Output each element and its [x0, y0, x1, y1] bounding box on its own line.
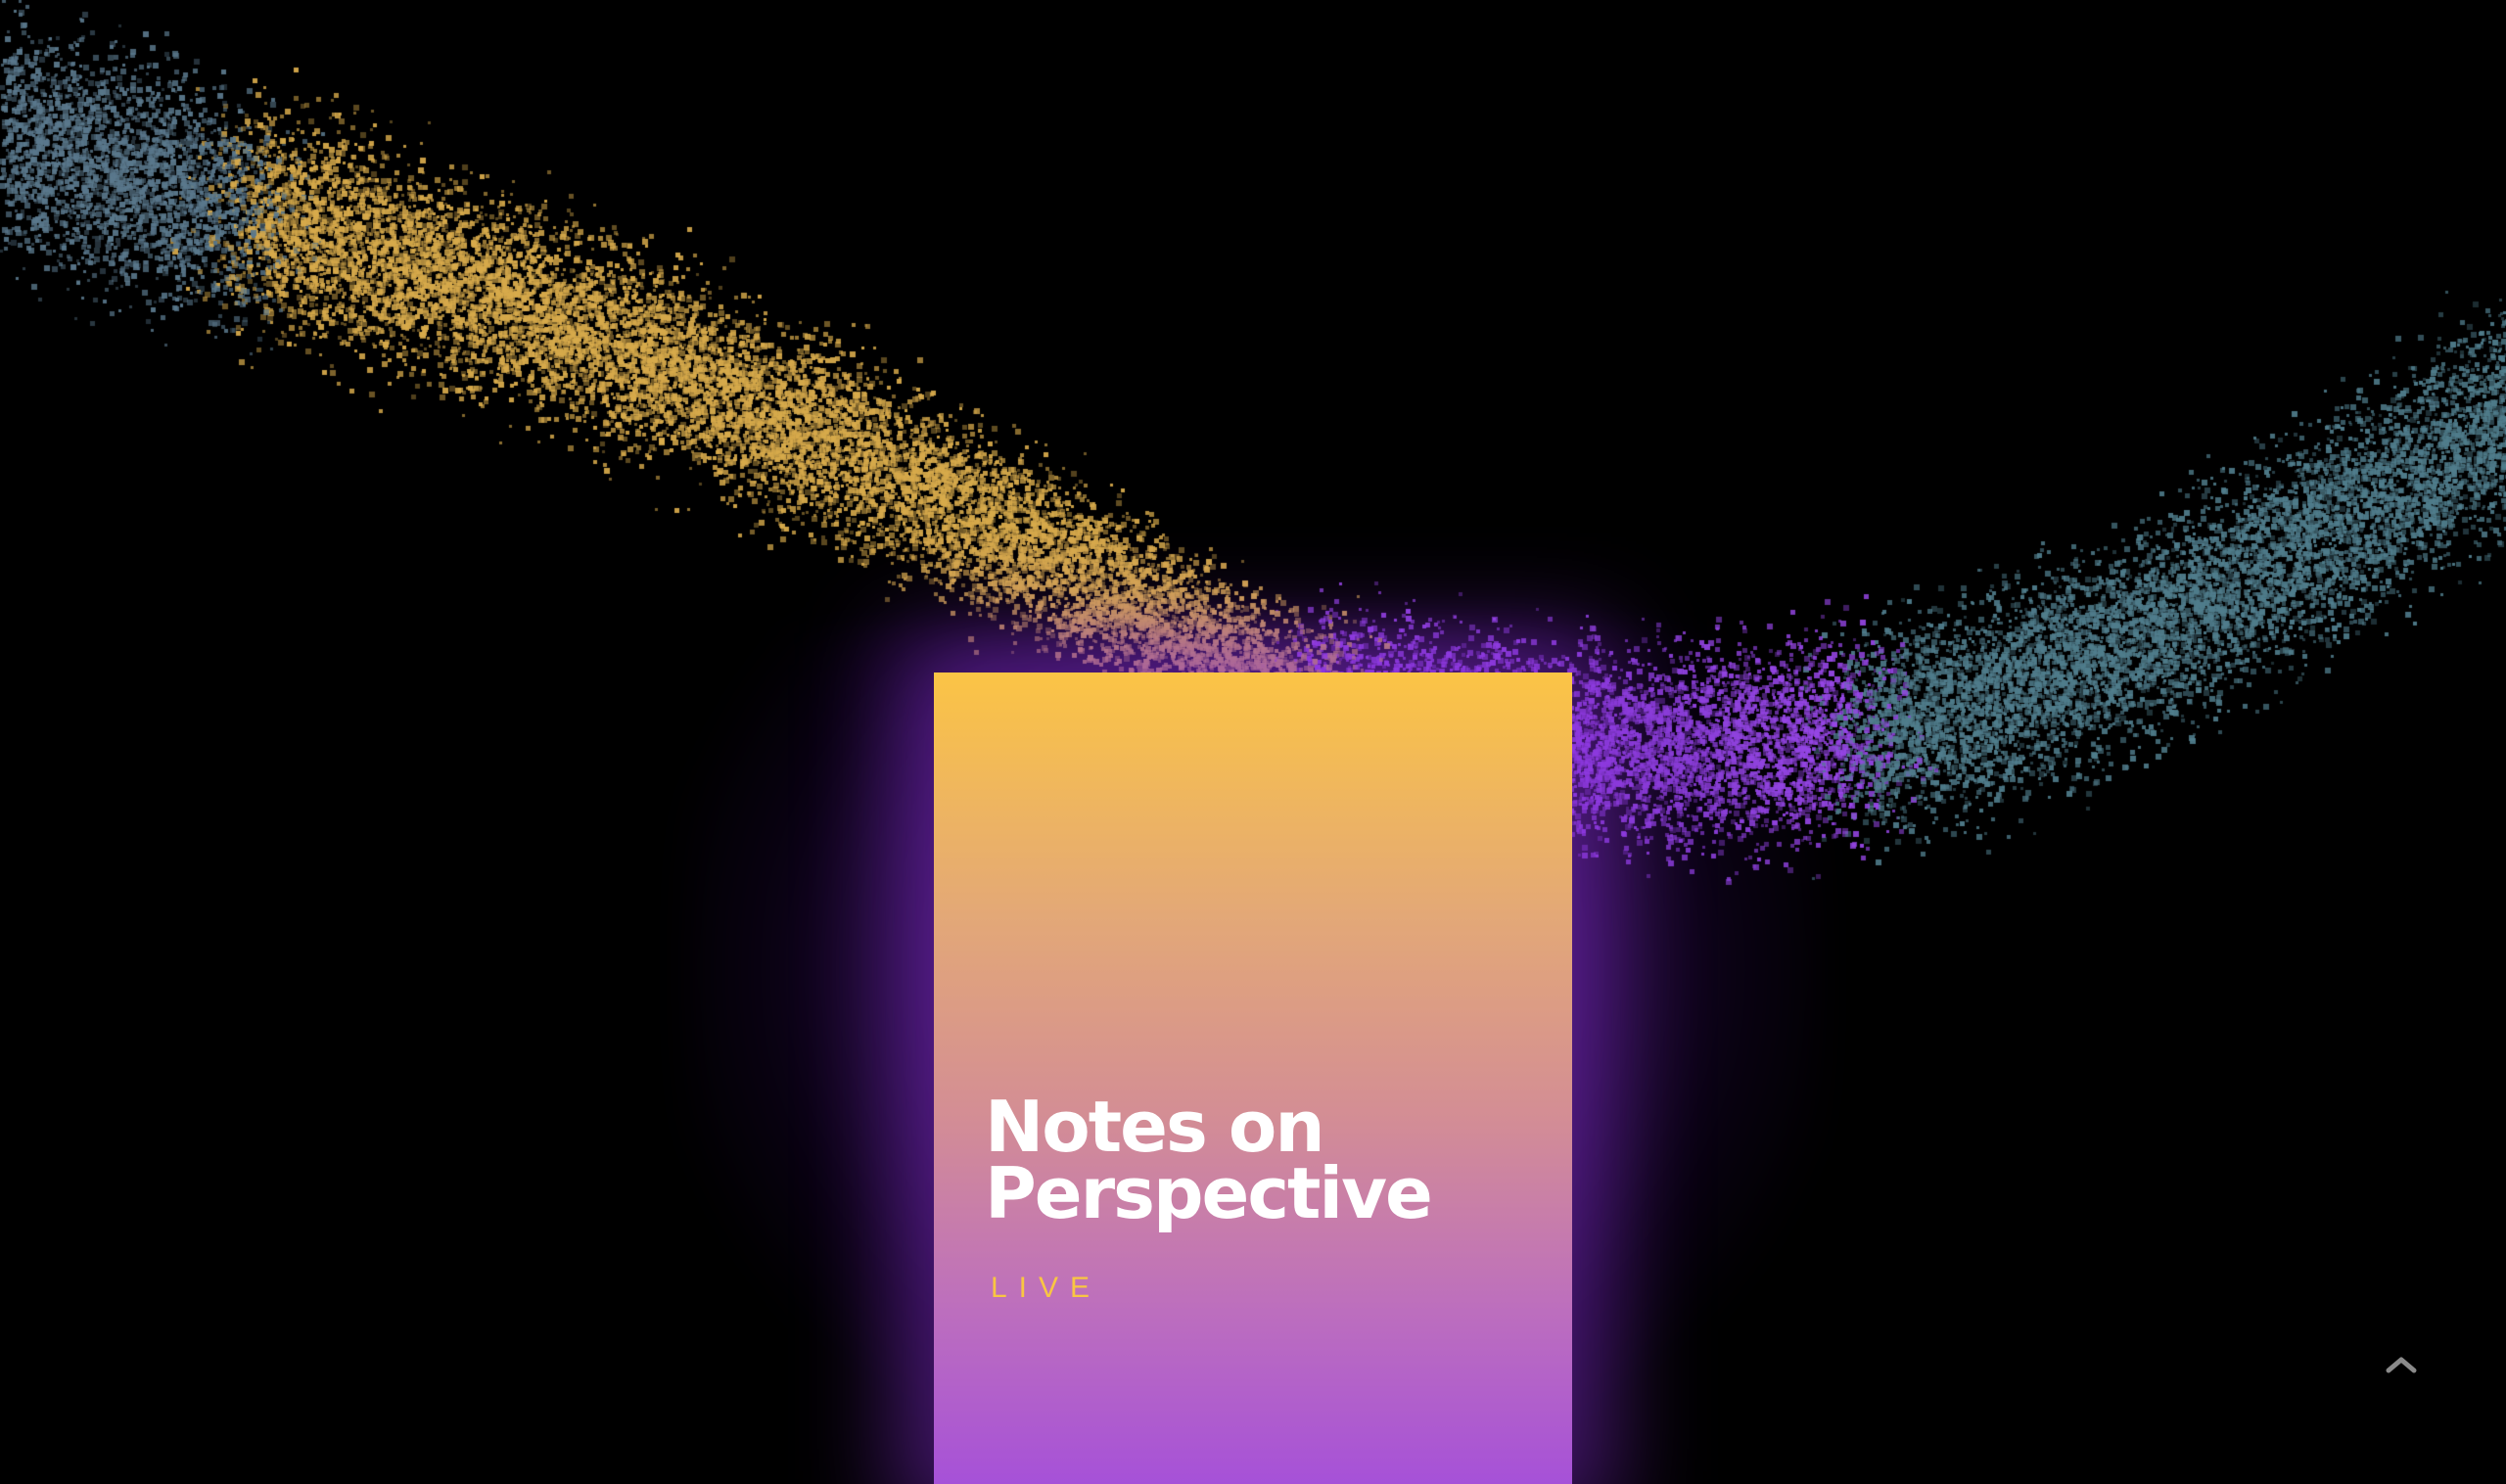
hero-title-line-2: Perspective — [985, 1152, 1433, 1234]
hero-title-line-1: Notes on — [985, 1086, 1325, 1168]
chevron-up-icon — [2386, 1357, 2417, 1373]
hero-title: Notes on Perspective — [985, 1086, 1433, 1234]
hero-card[interactable]: Notes on Perspective LIVE — [934, 672, 1572, 1484]
scroll-to-top-button[interactable] — [2377, 1345, 2426, 1384]
hero-subtitle: LIVE — [991, 1272, 1102, 1304]
